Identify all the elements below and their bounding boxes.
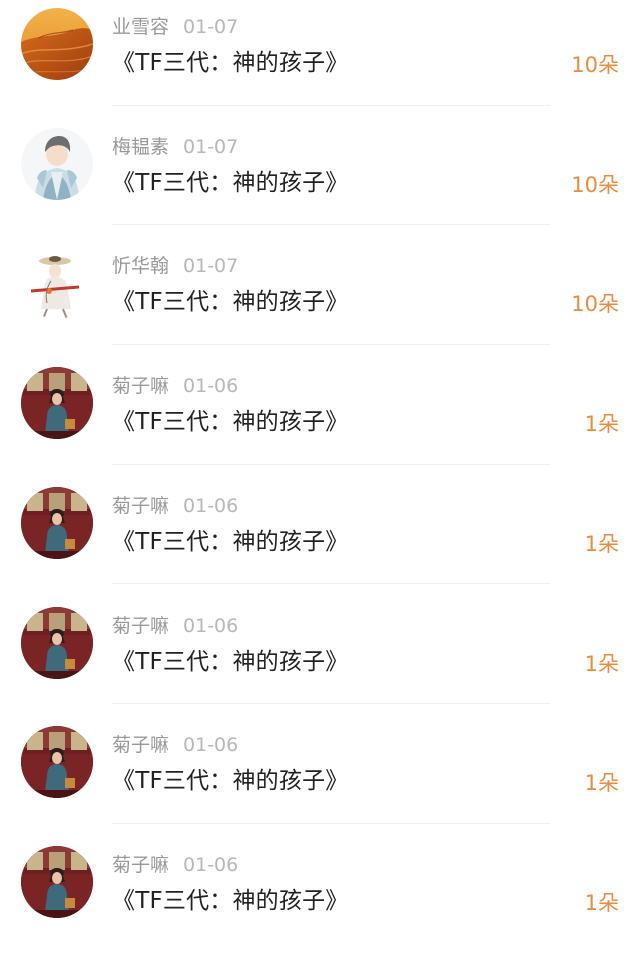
divider [112, 344, 550, 346]
record-meta: 菊子嘛 01-06 [112, 373, 238, 399]
gift-amount: 1朵 [584, 890, 619, 915]
avatar[interactable] [21, 726, 93, 799]
avatar[interactable] [21, 8, 93, 80]
username[interactable]: 业雪容 [112, 16, 169, 38]
train-girl-avatar-icon [21, 367, 93, 440]
record-meta: 梅韫素 01-07 [112, 134, 238, 160]
gift-amount: 1朵 [584, 412, 619, 437]
gift-amount: 10朵 [571, 53, 619, 77]
book-title[interactable]: 《TF三代：神的孩子》 [112, 645, 348, 679]
book-title[interactable]: 《TF三代：神的孩子》 [112, 525, 348, 559]
record-meta: 菊子嘛 01-06 [112, 852, 238, 878]
gift-amount: 10朵 [571, 292, 619, 317]
book-title[interactable]: 《TF三代：神的孩子》 [112, 285, 348, 319]
list-item[interactable]: 业雪容 01-07 《TF三代：神的孩子》 10朵 [0, 0, 640, 120]
record-meta: 忻华翰 01-07 [112, 253, 238, 279]
book-title[interactable]: 《TF三代：神的孩子》 [112, 46, 348, 80]
record-date: 01-06 [183, 853, 239, 876]
record-date: 01-06 [183, 734, 239, 757]
train-girl-avatar-icon [21, 845, 93, 918]
username[interactable]: 忻华翰 [112, 255, 169, 277]
avatar[interactable] [21, 606, 93, 679]
list-item[interactable]: 梅韫素 01-07 《TF三代：神的孩子》 10朵 [0, 120, 640, 240]
record-date: 01-07 [183, 16, 239, 38]
record-meta: 业雪容 01-07 [112, 14, 238, 40]
book-title[interactable]: 《TF三代：神的孩子》 [112, 884, 348, 918]
list-item[interactable]: 忻华翰 01-07 《TF三代：神的孩子》 10朵 [0, 239, 640, 359]
gift-amount: 1朵 [584, 771, 619, 796]
train-girl-avatar-icon [21, 486, 93, 559]
record-date: 01-07 [183, 255, 239, 278]
divider [112, 822, 550, 824]
gift-amount: 10朵 [571, 172, 619, 197]
book-title[interactable]: 《TF三代：神的孩子》 [112, 405, 348, 439]
record-date: 01-06 [183, 494, 239, 517]
list-item[interactable]: 菊子嘛 01-06 《TF三代：神的孩子》 1朵 [0, 838, 640, 958]
divider [112, 224, 550, 226]
train-girl-avatar-icon [21, 726, 93, 799]
username[interactable]: 菊子嘛 [112, 615, 169, 637]
gift-amount: 1朵 [584, 651, 619, 676]
divider [112, 703, 550, 705]
list-item[interactable]: 菊子嘛 01-06 《TF三代：神的孩子》 1朵 [0, 599, 640, 719]
gift-record-list: 业雪容 01-07 《TF三代：神的孩子》 10朵 梅韫素 01-07 《TF三代：… [0, 0, 640, 939]
username[interactable]: 梅韫素 [112, 136, 169, 158]
divider [112, 583, 550, 585]
desert-avatar-icon [21, 8, 93, 80]
avatar[interactable] [21, 127, 93, 200]
divider [112, 463, 550, 465]
list-item[interactable]: 菊子嘛 01-06 《TF三代：神的孩子》 1朵 [0, 718, 640, 838]
username[interactable]: 菊子嘛 [112, 375, 169, 397]
gift-amount: 1朵 [584, 531, 619, 556]
divider [112, 104, 550, 106]
book-title[interactable]: 《TF三代：神的孩子》 [112, 764, 348, 798]
train-girl-avatar-icon [21, 606, 93, 679]
ink-figure-avatar-icon [21, 247, 93, 320]
record-date: 01-06 [183, 614, 239, 637]
username[interactable]: 菊子嘛 [112, 734, 169, 756]
list-item[interactable]: 菊子嘛 01-06 《TF三代：神的孩子》 1朵 [0, 359, 640, 479]
book-title[interactable]: 《TF三代：神的孩子》 [112, 166, 348, 200]
list-item[interactable]: 菊子嘛 01-06 《TF三代：神的孩子》 1朵 [0, 479, 640, 599]
avatar[interactable] [21, 367, 93, 440]
avatar[interactable] [21, 486, 93, 559]
username[interactable]: 菊子嘛 [112, 854, 169, 876]
record-meta: 菊子嘛 01-06 [112, 493, 238, 519]
record-meta: 菊子嘛 01-06 [112, 732, 238, 758]
avatar[interactable] [21, 247, 93, 320]
avatar[interactable] [21, 845, 93, 918]
record-date: 01-06 [183, 375, 239, 398]
record-date: 01-07 [183, 135, 239, 158]
username[interactable]: 菊子嘛 [112, 495, 169, 517]
anime-jacket-avatar-icon [21, 127, 93, 200]
record-meta: 菊子嘛 01-06 [112, 613, 238, 639]
